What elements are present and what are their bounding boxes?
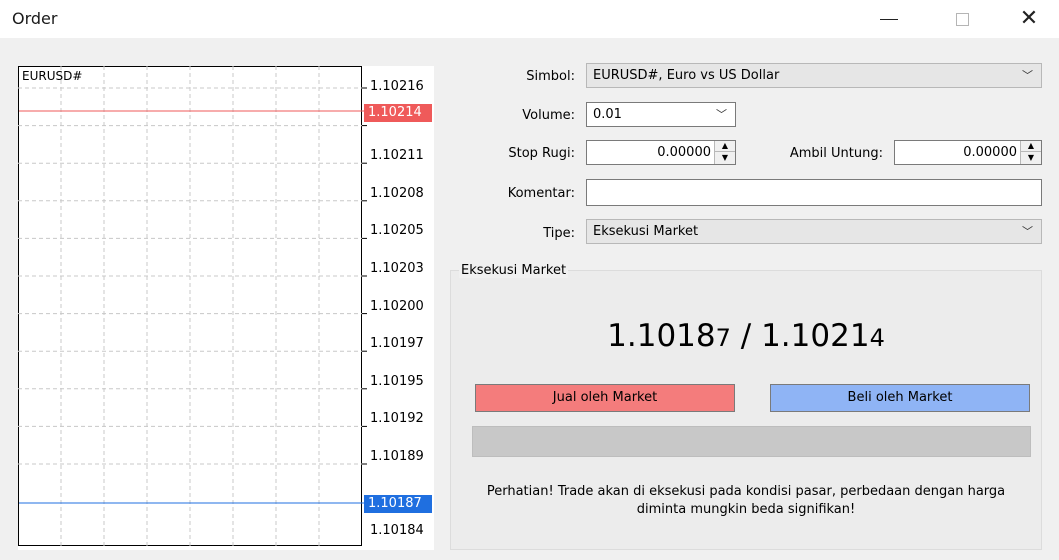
price-tick-label: 1.10189: [370, 449, 424, 464]
take-profit-stepper[interactable]: 0.00000 ▲ ▼: [894, 140, 1042, 165]
buy-by-market-button[interactable]: Beli oleh Market: [770, 384, 1030, 412]
chevron-down-icon: ﹀: [1022, 69, 1033, 82]
price-tick-label: 1.10205: [370, 223, 424, 239]
comment-input[interactable]: [586, 179, 1042, 206]
ask-price-tag: 1.10214: [364, 104, 432, 122]
symbol-select-value: EURUSD#, Euro vs US Dollar: [593, 68, 780, 83]
quote-display: 1.10187 / 1.10214: [450, 318, 1042, 354]
volume-value: 0.01: [593, 107, 622, 122]
price-tick-label: 1.10184: [370, 522, 424, 538]
bid-quote-last-digit: 7: [715, 324, 731, 352]
execution-notice: Perhatian! Trade akan di eksekusi pada k…: [458, 483, 1034, 519]
price-tick-label: 1.10211: [370, 148, 424, 164]
bid-price-tag: 1.10187: [364, 495, 432, 513]
window-title: Order: [12, 9, 58, 28]
price-tick-label: 1.10197: [370, 336, 424, 352]
bid-quote-main: 1.1018: [607, 318, 716, 354]
chevron-down-icon: ﹀: [1022, 225, 1033, 238]
stop-loss-up-icon[interactable]: ▲: [715, 141, 735, 152]
stop-loss-stepper[interactable]: 0.00000 ▲ ▼: [586, 140, 736, 165]
maximize-icon: [955, 12, 969, 26]
quote-separator: /: [730, 318, 762, 354]
price-tick-label: 1.10208: [370, 185, 424, 201]
price-tick-label: 1.10216: [370, 79, 424, 94]
execution-group-title: Eksekusi Market: [459, 263, 569, 278]
price-tick-label: 1.10192: [370, 411, 424, 427]
minimize-button[interactable]: [866, 0, 912, 38]
type-label: Tipe:: [543, 226, 575, 241]
comment-label: Komentar:: [507, 186, 575, 201]
take-profit-up-icon[interactable]: ▲: [1021, 141, 1041, 152]
ask-quote-main: 1.1021: [761, 318, 870, 354]
close-icon: ✕: [1019, 6, 1039, 31]
sell-by-market-button[interactable]: Jual oleh Market: [475, 384, 735, 412]
price-tick-label: 1.10203: [370, 261, 424, 276]
notice-line-2: diminta mungkin beda signifikan!: [636, 502, 856, 517]
notice-line-1: Perhatian! Trade akan di eksekusi pada k…: [486, 484, 1006, 499]
maximize-button[interactable]: [939, 0, 985, 38]
tick-chart: EURUSD# 1.102161.102131.102111.102081.10…: [18, 66, 434, 550]
type-select-value: Eksekusi Market: [593, 224, 699, 239]
ask-quote-last-digit: 4: [869, 324, 885, 352]
take-profit-down-icon[interactable]: ▼: [1021, 152, 1041, 163]
type-select[interactable]: Eksekusi Market ﹀: [586, 219, 1042, 244]
take-profit-value: 0.00000: [963, 145, 1017, 160]
volume-label: Volume:: [522, 108, 575, 123]
stop-loss-label: Stop Rugi:: [508, 146, 575, 161]
chart-symbol-label: EURUSD#: [22, 69, 83, 83]
symbol-label: Simbol:: [526, 69, 575, 84]
price-tick-label: 1.10200: [370, 298, 424, 314]
minimize-icon: [880, 18, 898, 20]
close-button[interactable]: ✕: [1006, 0, 1052, 38]
title-bar: Order ✕: [0, 0, 1059, 38]
symbol-select[interactable]: EURUSD#, Euro vs US Dollar ﹀: [586, 63, 1042, 88]
price-tick-label: 1.10195: [370, 373, 424, 389]
chevron-down-icon: ﹀: [716, 108, 727, 121]
execution-progress-bar: [472, 426, 1031, 457]
stop-loss-value: 0.00000: [657, 145, 711, 160]
take-profit-label: Ambil Untung:: [789, 146, 883, 161]
stop-loss-down-icon[interactable]: ▼: [715, 152, 735, 163]
volume-combo[interactable]: 0.01 ﹀: [586, 102, 736, 127]
